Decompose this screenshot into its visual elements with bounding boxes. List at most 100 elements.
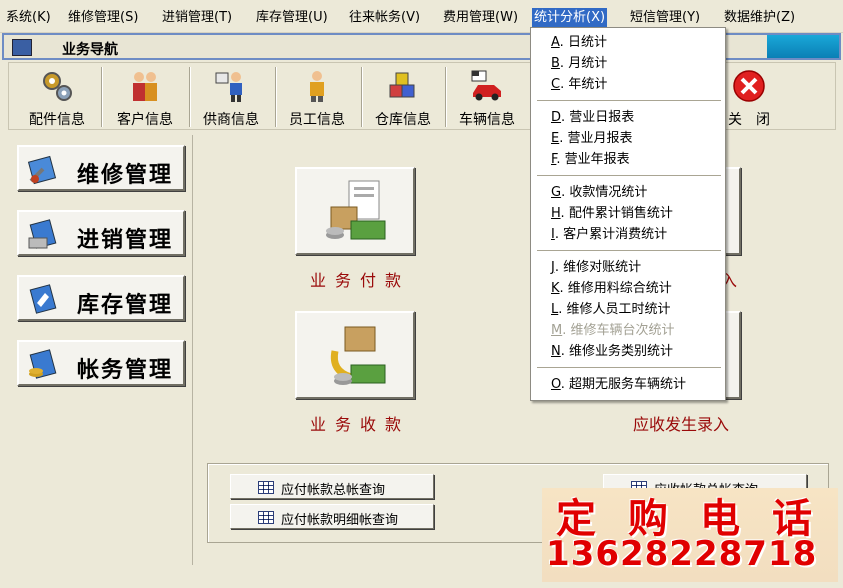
toolbar-parts-info-button[interactable]: 配件信息 bbox=[15, 67, 99, 129]
menu-item-repair-category-stats[interactable]: N. 维修业务类别统计 bbox=[551, 342, 673, 362]
toolbar-supplier-info-button[interactable]: 供商信息 bbox=[189, 67, 273, 129]
menu-item-receipt-stats[interactable]: G. 收款情况统计 bbox=[551, 183, 647, 203]
toolbar-label: 配件信息 bbox=[29, 112, 85, 128]
app-logo-icon bbox=[12, 39, 32, 56]
menu-item-label: 超期无服务车辆统计 bbox=[568, 377, 686, 392]
menu-item-monthly-report[interactable]: E. 营业月报表 bbox=[551, 129, 633, 149]
menu-item-repair-materials-stats[interactable]: K. 维修用料综合统计 bbox=[551, 279, 672, 299]
people-icon bbox=[133, 72, 157, 101]
nav-accounts-button[interactable]: 帐务管理 bbox=[17, 340, 185, 386]
menu-separator bbox=[537, 100, 721, 102]
menu-data-maintenance[interactable]: 数据维护(Z) bbox=[722, 8, 797, 28]
menu-item-customer-spending-stats[interactable]: I. 客户累计消费统计 bbox=[551, 225, 667, 245]
query-label: 应付帐款总帐查询 bbox=[281, 483, 386, 498]
menu-repair[interactable]: 维修管理(S) bbox=[66, 8, 140, 28]
purchase-sales-icon bbox=[28, 219, 57, 249]
menu-key: (T) bbox=[214, 10, 233, 25]
menu-expenses[interactable]: 费用管理(W) bbox=[441, 8, 520, 28]
toolbar-warehouse-info-button[interactable]: 仓库信息 bbox=[361, 67, 445, 129]
nav-label: 维修管理 bbox=[77, 162, 174, 188]
menu-item-yearly-report[interactable]: F. 营业年报表 bbox=[551, 150, 630, 170]
toolbar-label: 车辆信息 bbox=[459, 112, 515, 128]
nav-inventory-button[interactable]: 库存管理 bbox=[17, 275, 185, 321]
access-key: E bbox=[551, 131, 560, 146]
menu-key: (X) bbox=[586, 10, 606, 25]
menu-label: 统计分析 bbox=[534, 10, 587, 25]
menu-item-repair-reconciliation-stats[interactable]: J. 维修对账统计 bbox=[551, 258, 641, 278]
access-key: D bbox=[551, 110, 562, 125]
inventory-icon bbox=[29, 284, 57, 314]
nav-purchase-sales-button[interactable]: 进销管理 bbox=[17, 210, 185, 256]
menu-system[interactable]: 系统(K) bbox=[4, 8, 53, 28]
menu-item-repair-labor-hours-stats[interactable]: L. 维修人员工时统计 bbox=[551, 300, 671, 320]
menu-key: (K) bbox=[32, 10, 51, 25]
menu-item-daily-stats[interactable]: A. 日统计 bbox=[551, 33, 607, 53]
menu-item-label: 营业年报表 bbox=[564, 152, 630, 167]
menu-item-label: 配件累计销售统计 bbox=[568, 206, 673, 221]
menu-label: 库存管理 bbox=[256, 10, 309, 25]
toolbar-vehicle-info-button[interactable]: 车辆信息 bbox=[445, 67, 529, 129]
accounts-icon bbox=[29, 349, 57, 379]
menu-key: (W) bbox=[495, 10, 519, 25]
menu-separator bbox=[537, 250, 721, 252]
menu-label: 费用管理 bbox=[443, 10, 496, 25]
order-phone-number: 13628228718 bbox=[546, 534, 818, 574]
menu-item-label: 维修车辆台次统计 bbox=[570, 323, 675, 338]
menu-item-yearly-stats[interactable]: C. 年统计 bbox=[551, 75, 607, 95]
access-key: C bbox=[551, 77, 561, 92]
access-key: O bbox=[551, 377, 561, 392]
toolbar-customer-info-button[interactable]: 客户信息 bbox=[103, 67, 187, 129]
menu-item-monthly-stats[interactable]: B. 月统计 bbox=[551, 54, 607, 74]
access-key: M bbox=[551, 323, 563, 338]
menu-label: 往来帐务 bbox=[349, 10, 402, 25]
menu-item-daily-report[interactable]: D. 营业日报表 bbox=[551, 108, 634, 128]
toolbar-label: 客户信息 bbox=[117, 112, 173, 128]
menu-sms[interactable]: 短信管理(Y) bbox=[628, 8, 702, 28]
window-title: 业务导航 bbox=[62, 42, 118, 58]
payable-summary-query-button[interactable]: 应付帐款总帐查询 bbox=[230, 474, 434, 499]
menu-separator bbox=[537, 175, 721, 177]
menu-label: 短信管理 bbox=[630, 10, 683, 25]
title-accent bbox=[767, 35, 839, 58]
access-key: B bbox=[551, 56, 560, 71]
menu-key: (Z) bbox=[776, 10, 796, 25]
access-key: K bbox=[551, 281, 560, 296]
business-payment-button[interactable] bbox=[295, 167, 415, 255]
access-key: H bbox=[551, 206, 561, 221]
repair-tools-icon bbox=[27, 155, 57, 185]
toolbar-label: 供商信息 bbox=[203, 112, 259, 128]
nav-label: 进销管理 bbox=[77, 227, 174, 253]
toolbar-employee-info-button[interactable]: 员工信息 bbox=[275, 67, 359, 129]
business-receipt-button[interactable] bbox=[295, 311, 415, 399]
table-grid-icon bbox=[258, 511, 274, 524]
nav-label: 库存管理 bbox=[77, 292, 174, 318]
menu-item-repair-vehicle-count-stats: M. 维修车辆台次统计 bbox=[551, 323, 675, 338]
car-icon bbox=[471, 70, 501, 101]
menu-inventory[interactable]: 库存管理(U) bbox=[254, 8, 330, 28]
receipt-money-icon bbox=[330, 326, 386, 385]
menu-item-overdue-vehicle-stats[interactable]: O. 超期无服务车辆统计 bbox=[551, 375, 686, 395]
nav-repair-management-button[interactable]: 维修管理 bbox=[17, 145, 185, 191]
toolbar-label: 员工信息 bbox=[289, 112, 345, 128]
menu-statistics[interactable]: 统计分析(X) bbox=[532, 8, 608, 28]
payment-documents-icon bbox=[326, 180, 386, 240]
toolbar-label: 仓库信息 bbox=[375, 112, 431, 128]
menu-label: 进销管理 bbox=[162, 10, 215, 25]
menu-accounts[interactable]: 往来帐务(V) bbox=[347, 8, 422, 28]
query-label: 应付帐款明细帐查询 bbox=[281, 513, 399, 528]
supplier-icon bbox=[215, 72, 242, 102]
business-receipt-label: 业务收款 bbox=[310, 415, 411, 434]
access-key: N bbox=[551, 344, 561, 359]
left-nav-panel: 维修管理 进销管理 库存管理 帐务管理 bbox=[8, 135, 193, 565]
business-payment-label: 业务付款 bbox=[310, 271, 411, 290]
order-phone-banner: 定购电话 13628228718 bbox=[542, 488, 838, 582]
menu-item-label: 营业日报表 bbox=[569, 110, 635, 125]
payable-detail-query-button[interactable]: 应付帐款明细帐查询 bbox=[230, 504, 434, 529]
menu-purchase-sales[interactable]: 进销管理(T) bbox=[160, 8, 234, 28]
menu-item-parts-sales-stats[interactable]: H. 配件累计销售统计 bbox=[551, 204, 673, 224]
access-key: L bbox=[551, 302, 559, 317]
menu-label: 系统 bbox=[6, 10, 33, 25]
menu-item-label: 维修对账统计 bbox=[563, 260, 642, 275]
menu-item-label: 日统计 bbox=[567, 35, 607, 50]
access-key: G bbox=[551, 185, 562, 200]
